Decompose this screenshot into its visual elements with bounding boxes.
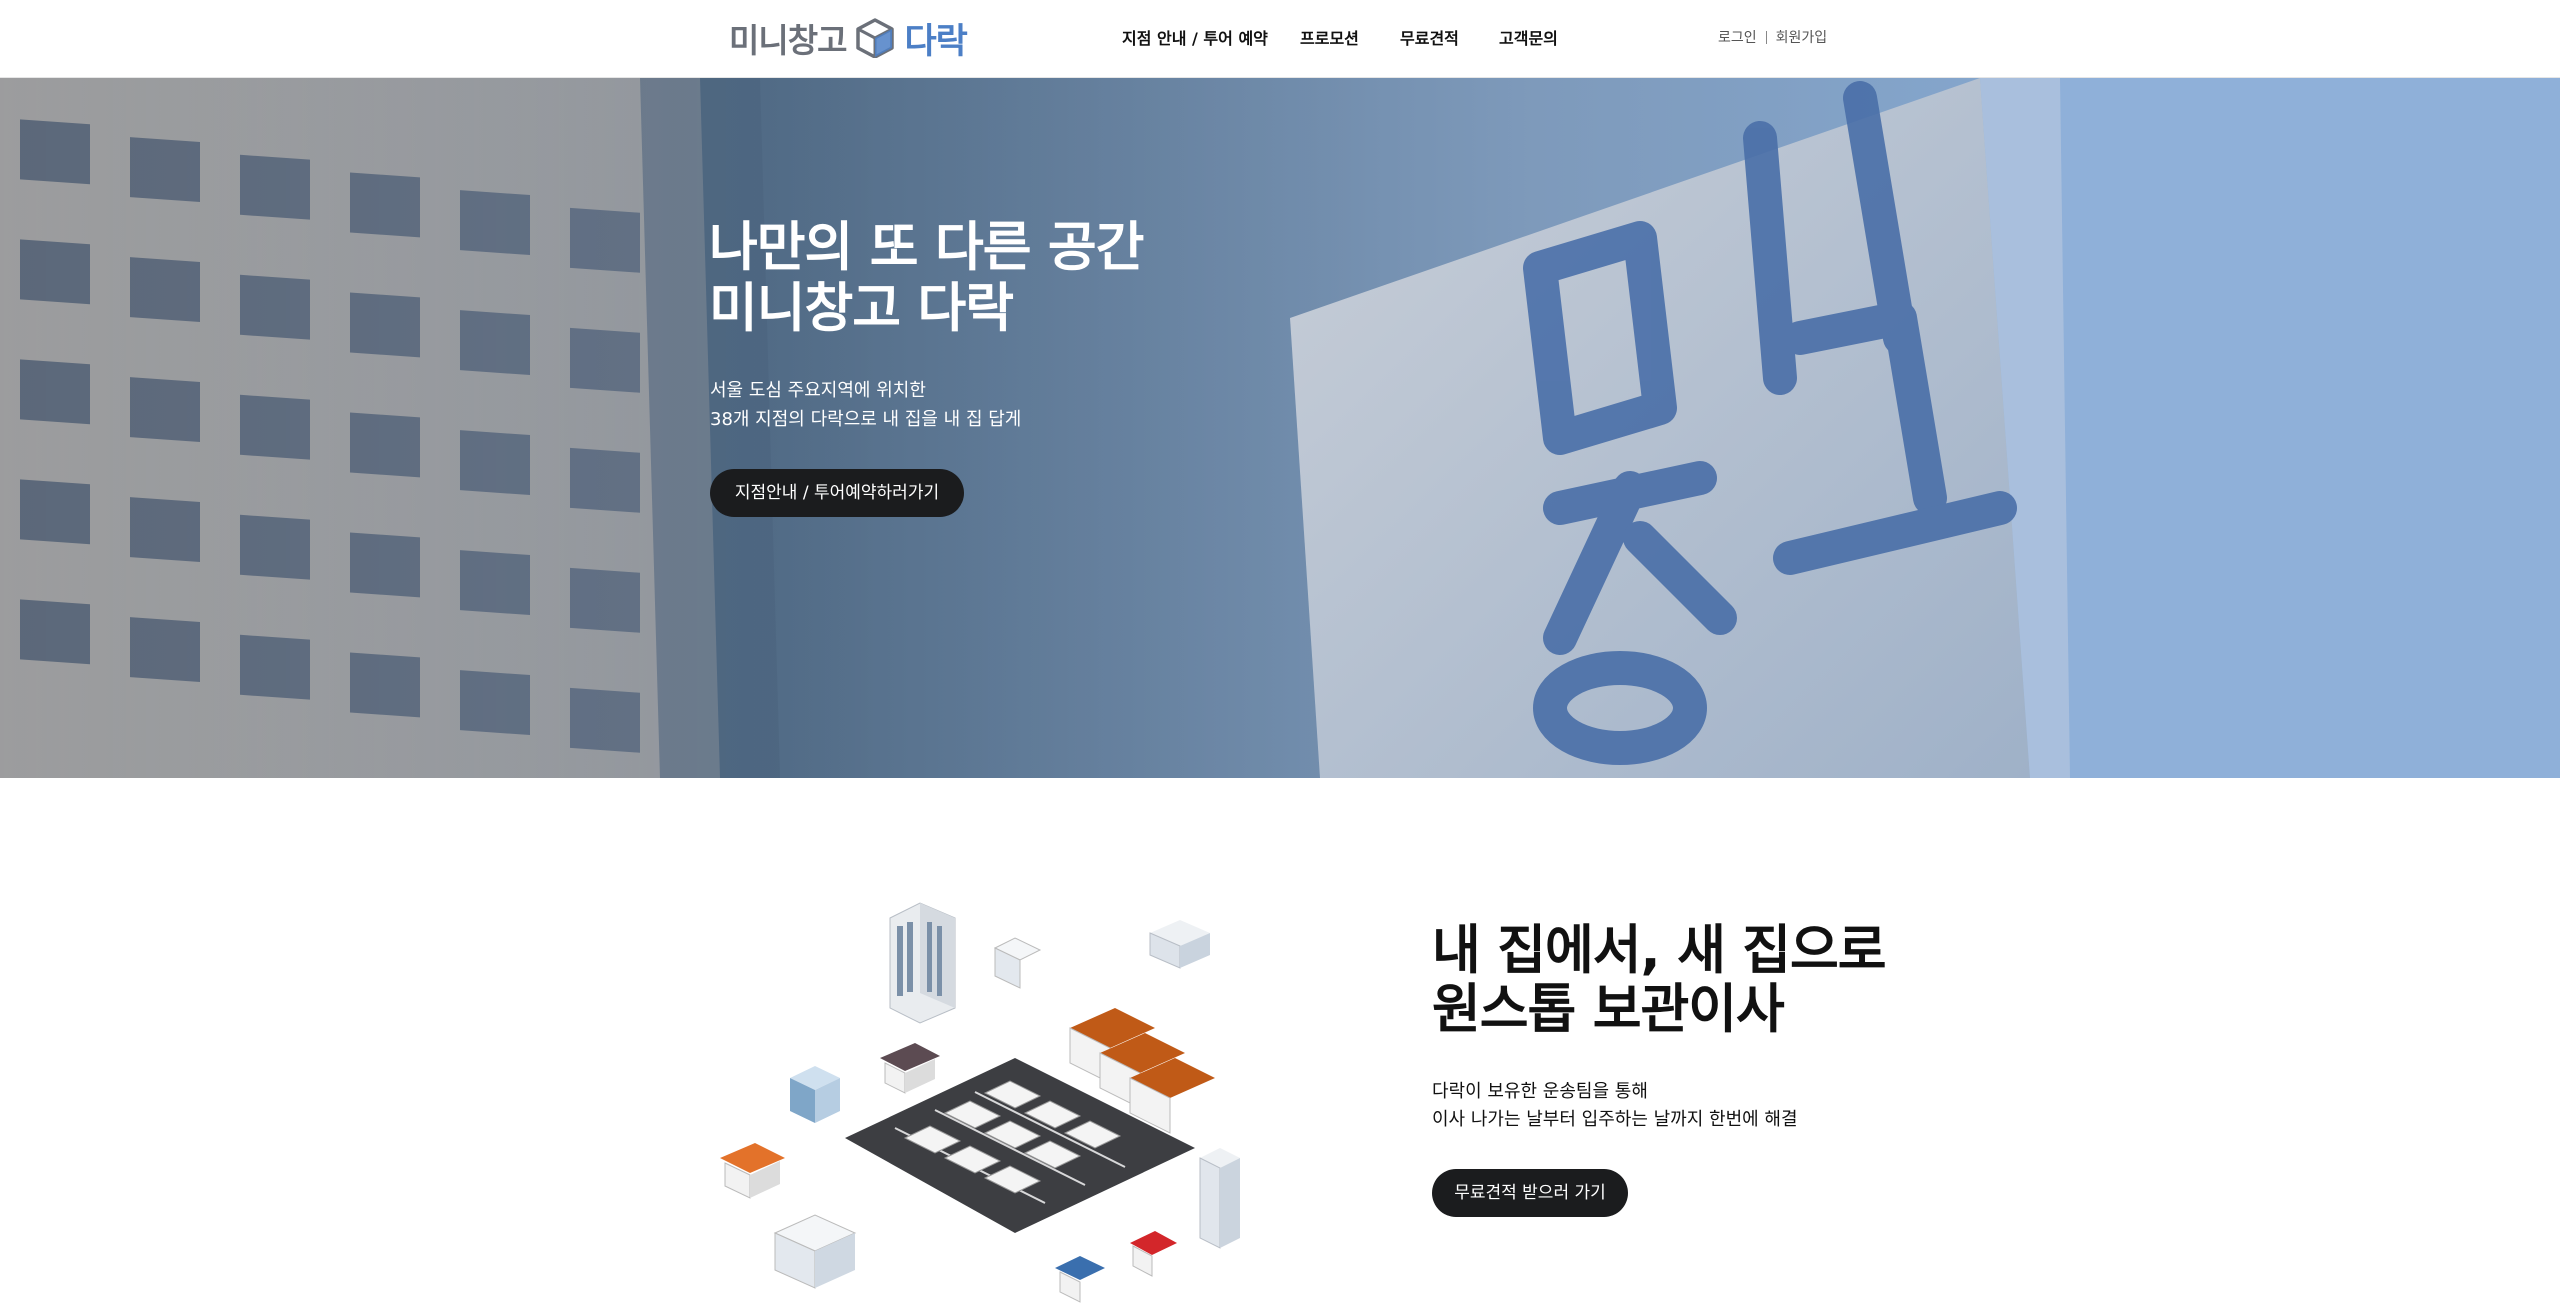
site-header: 미니창고 다락 지점 안내 / 투어 예약 프로모션 무료견적 고객문의 로그인…	[0, 0, 2560, 78]
section-title: 내 집에서, 새 집으로 원스톱 보관이사	[1432, 920, 1887, 1040]
isometric-city-illustration	[720, 902, 1240, 1303]
hero-title: 나만의 또 다른 공간 미니창고 다락	[709, 217, 1144, 339]
nav-branch-tour[interactable]: 지점 안내 / 투어 예약	[1122, 26, 1300, 52]
nav-customer-inquiry[interactable]: 고객문의	[1499, 26, 1579, 52]
nav-promotion[interactable]: 프로모션	[1300, 26, 1400, 52]
moving-storage-section: 내 집에서, 새 집으로 원스톱 보관이사 다락이 보유한 운송팀을 통해 이사…	[0, 778, 2560, 1304]
section-title-line2: 원스톱 보관이사	[1432, 979, 1785, 1040]
login-link[interactable]: 로그인	[1718, 27, 1757, 47]
hero-subtitle-line1: 서울 도심 주요지역에 위치한	[710, 380, 926, 401]
section-subtitle-line2: 이사 나가는 날부터 입주하는 날까지 한번에 해결	[1432, 1109, 1798, 1130]
hero-background-image	[0, 78, 2560, 778]
nav-free-estimate[interactable]: 무료견적	[1400, 26, 1499, 52]
hero-title-line1: 나만의 또 다른 공간	[709, 217, 1144, 278]
logo-text-primary: 미니창고	[729, 21, 847, 60]
hero-banner: 나만의 또 다른 공간 미니창고 다락 서울 도심 주요지역에 위치한 38개 …	[0, 78, 2560, 778]
user-links: 로그인 회원가입	[1718, 27, 1827, 47]
logo[interactable]: 미니창고 다락	[729, 14, 968, 62]
hero-title-line2: 미니창고 다락	[709, 278, 1014, 339]
branch-tour-button[interactable]: 지점안내 / 투어예약하러가기	[710, 469, 964, 517]
hero-subtitle: 서울 도심 주요지역에 위치한 38개 지점의 다락으로 내 집을 내 집 답게	[710, 376, 1021, 434]
logo-text-secondary: 다락	[904, 21, 967, 62]
free-estimate-button[interactable]: 무료견적 받으러 가기	[1432, 1169, 1628, 1217]
hero-subtitle-line2: 38개 지점의 다락으로 내 집을 내 집 답게	[710, 409, 1022, 430]
section-subtitle-line1: 다락이 보유한 운송팀을 통해	[1432, 1081, 1648, 1102]
section-subtitle: 다락이 보유한 운송팀을 통해 이사 나가는 날부터 입주하는 날까지 한번에 …	[1432, 1078, 1798, 1134]
section-title-line1: 내 집에서, 새 집으로	[1432, 920, 1887, 981]
link-divider	[1765, 30, 1767, 44]
signup-link[interactable]: 회원가입	[1776, 27, 1828, 47]
main-nav: 지점 안내 / 투어 예약 프로모션 무료견적 고객문의	[1122, 26, 1579, 52]
box-logo-icon	[856, 18, 895, 58]
